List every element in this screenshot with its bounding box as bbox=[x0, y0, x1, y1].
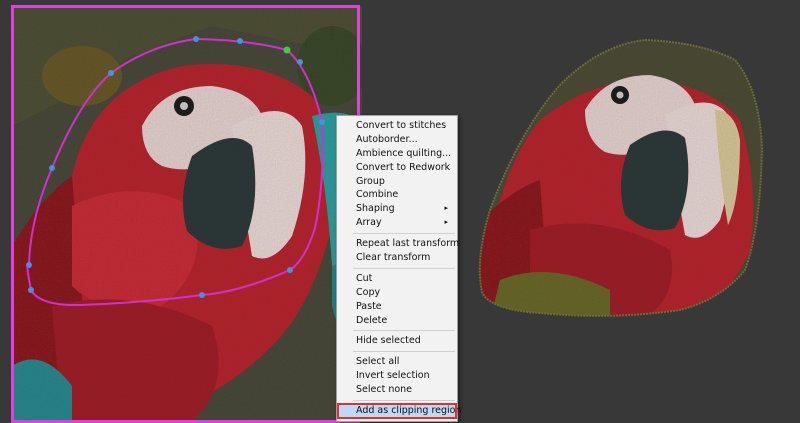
submenu-arrow-icon: ▸ bbox=[444, 218, 448, 227]
clipped-embroidery-design[interactable] bbox=[470, 30, 770, 320]
menu-separator bbox=[353, 233, 455, 235]
menu-item-label: Delete bbox=[356, 314, 388, 326]
menu-item-label: Select none bbox=[356, 384, 413, 396]
menu-item-repeat-last-transform[interactable]: Repeat last transform bbox=[337, 237, 460, 251]
control-point-handle[interactable] bbox=[193, 36, 199, 42]
menu-item-label: Group bbox=[356, 175, 385, 187]
menu-item-label: Paste bbox=[356, 300, 382, 312]
embroidery-design-parrot[interactable] bbox=[12, 6, 362, 421]
menu-item-shaping[interactable]: Shaping ▸ bbox=[337, 202, 457, 216]
menu-item-group[interactable]: Group bbox=[337, 175, 457, 189]
menu-item-convert-to-stitches[interactable]: Convert to stitches bbox=[337, 119, 457, 133]
control-point-handle[interactable] bbox=[108, 70, 114, 76]
menu-item-label: Combine bbox=[356, 189, 399, 201]
menu-item-label: Ambience quilting... bbox=[356, 147, 452, 159]
menu-item-label: Convert to stitches bbox=[356, 120, 447, 131]
menu-item-label: Repeat last transform bbox=[356, 238, 460, 250]
menu-item-label: Invert selection bbox=[356, 370, 430, 382]
menu-item-delete[interactable]: Delete bbox=[337, 314, 457, 328]
menu-item-array[interactable]: Array ▸ bbox=[337, 216, 457, 230]
menu-item-label: Clear transform bbox=[356, 252, 431, 264]
control-point-handle[interactable] bbox=[26, 262, 32, 268]
control-point-handle[interactable] bbox=[28, 287, 34, 293]
menu-item-combine[interactable]: Combine bbox=[337, 188, 457, 202]
menu-item-select-none[interactable]: Select none bbox=[337, 383, 457, 397]
submenu-arrow-icon: ▸ bbox=[444, 204, 448, 213]
menu-item-label: Copy bbox=[356, 286, 381, 298]
menu-item-label: Hide selected bbox=[356, 335, 421, 347]
menu-item-convert-to-redwork[interactable]: Convert to Redwork bbox=[337, 161, 457, 175]
control-point-handle[interactable] bbox=[319, 119, 325, 125]
menu-item-label: Shaping bbox=[356, 203, 395, 215]
control-point-handle[interactable] bbox=[297, 59, 303, 65]
menu-item-label: Select all bbox=[356, 356, 400, 368]
menu-item-select-all[interactable]: Select all bbox=[337, 355, 457, 369]
menu-item-paste[interactable]: Paste bbox=[337, 300, 457, 314]
menu-item-label: Array bbox=[356, 217, 382, 229]
menu-item-autoborder[interactable]: Autoborder... bbox=[337, 133, 457, 147]
design-canvas[interactable]: Convert to stitches Autoborder... Ambien… bbox=[0, 0, 800, 423]
menu-item-add-as-clipping-region[interactable]: Add as clipping region bbox=[337, 403, 462, 419]
menu-separator bbox=[353, 400, 455, 402]
menu-item-clear-transform[interactable]: Clear transform bbox=[337, 251, 457, 265]
menu-item-label: Convert to Redwork bbox=[356, 161, 451, 173]
menu-item-invert-selection[interactable]: Invert selection bbox=[337, 369, 457, 383]
menu-item-cut[interactable]: Cut bbox=[337, 272, 457, 286]
menu-separator bbox=[353, 330, 455, 332]
menu-separator bbox=[353, 351, 455, 353]
control-point-handle[interactable] bbox=[199, 292, 205, 298]
control-point-handle[interactable] bbox=[287, 267, 293, 273]
menu-separator bbox=[353, 267, 455, 269]
control-point-handle-active[interactable] bbox=[283, 46, 291, 54]
menu-item-label: Autoborder... bbox=[356, 133, 418, 145]
menu-item-label: Cut bbox=[356, 272, 373, 284]
menu-item-copy[interactable]: Copy bbox=[337, 286, 457, 300]
menu-item-label: Add as clipping region bbox=[356, 405, 462, 417]
control-point-handle[interactable] bbox=[237, 38, 243, 44]
control-point-handle[interactable] bbox=[49, 165, 55, 171]
menu-item-ambience-quilting[interactable]: Ambience quilting... bbox=[337, 147, 457, 161]
menu-item-hide-selected[interactable]: Hide selected bbox=[337, 334, 457, 348]
context-menu: Convert to stitches Autoborder... Ambien… bbox=[336, 115, 462, 422]
